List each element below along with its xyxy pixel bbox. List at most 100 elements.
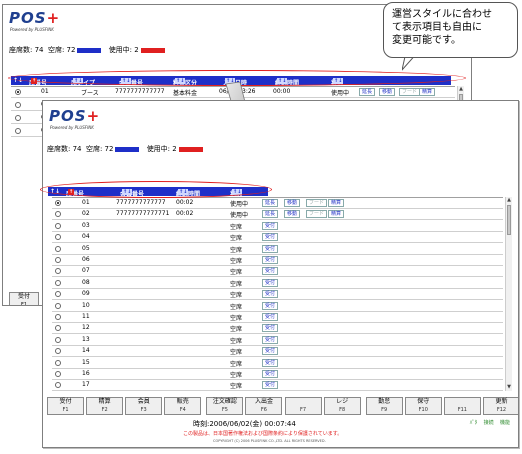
fkey-f11[interactable]: F11: [443, 397, 481, 415]
scroll-down-icon[interactable]: ▼: [506, 384, 512, 391]
row-action-button[interactable]: フード: [306, 199, 328, 207]
row-select-radio[interactable]: [55, 200, 61, 206]
row-select-radio[interactable]: [55, 371, 61, 377]
fkey-f2[interactable]: 精算 F2: [86, 397, 124, 415]
row-action-button[interactable]: フード: [306, 210, 328, 219]
row-action-button[interactable]: 延長: [262, 210, 279, 219]
row-select-radio[interactable]: [55, 234, 61, 241]
row-select-radio[interactable]: [55, 257, 61, 263]
row-action-button[interactable]: フード: [399, 88, 421, 96]
fkey-f5[interactable]: 注文確認 F5: [206, 397, 244, 415]
table-row[interactable]: 13 空席 受付: [52, 335, 503, 346]
row-select-radio[interactable]: [55, 268, 61, 275]
row-action-button[interactable]: 精算: [419, 88, 436, 96]
row-action-button[interactable]: 移動: [379, 88, 396, 96]
fkey-number: F12: [496, 407, 507, 413]
row-action-button[interactable]: 精算: [328, 199, 345, 207]
table-row[interactable]: 07 空席 受付: [52, 266, 503, 278]
table-row[interactable]: 17 空席 受付: [52, 380, 503, 392]
row-action-button[interactable]: 延長: [262, 199, 279, 207]
row-select-radio[interactable]: [55, 336, 61, 343]
table-row[interactable]: 09 空席 受付: [52, 289, 503, 301]
row-action-button[interactable]: 受付: [262, 358, 279, 367]
fkey-label: 保守: [417, 398, 430, 405]
front-seat-list: 01 7777777777777 00:02 使用中 延長 移動 フード 精算 02 777777…: [52, 197, 503, 392]
row-action-button[interactable]: 受付: [262, 324, 279, 333]
elapsed-time-cell: 00:02: [176, 210, 194, 218]
member-number-cell: 7777777777777: [116, 199, 166, 206]
row-action-button[interactable]: 受付: [262, 347, 279, 356]
row-select-radio[interactable]: [15, 102, 21, 108]
status-cell: 使用中: [230, 201, 249, 208]
table-row[interactable]: 04 空席 受付: [52, 232, 503, 244]
row-select-radio[interactable]: [55, 279, 61, 286]
scroll-up-icon[interactable]: ▲: [458, 86, 464, 93]
row-select-radio[interactable]: [55, 325, 61, 332]
row-select-radio[interactable]: [55, 222, 61, 229]
fkey-f7[interactable]: F7: [284, 397, 322, 415]
row-action-button[interactable]: 延長: [359, 88, 376, 96]
fkey-f9[interactable]: 勤怠 F9: [365, 397, 403, 415]
row-action-button[interactable]: 受付: [262, 335, 279, 344]
fkey-number: F1: [62, 407, 69, 413]
row-action-button[interactable]: 受付: [262, 256, 279, 264]
row-action-button[interactable]: 受付: [262, 221, 279, 230]
scroll-up-icon[interactable]: ▲: [506, 197, 512, 204]
row-select-radio[interactable]: [15, 89, 21, 95]
fkey-f4[interactable]: 販売 F4: [164, 397, 202, 415]
table-row[interactable]: 16 空席 受付: [52, 369, 503, 380]
fkey-label: レジ: [336, 398, 349, 405]
status-cell: 空席: [230, 292, 243, 300]
row-select-radio[interactable]: [55, 359, 61, 366]
fkey-f3[interactable]: 会員 F3: [125, 397, 163, 415]
table-row[interactable]: 12 空席 受付: [52, 323, 503, 335]
member-number-cell: 77777777777771: [116, 210, 170, 218]
table-row[interactable]: 10 空席 受付: [52, 301, 503, 312]
row-select-radio[interactable]: [55, 314, 61, 320]
fkey-f6[interactable]: 入出金 F6: [245, 397, 283, 415]
callout-bubble: 運営スタイルに合わせ て表示項目も自由に 変更可能です。: [383, 2, 518, 58]
table-row[interactable]: 08 空席 受付: [52, 278, 503, 289]
fkey-f10[interactable]: 保守 F10: [404, 397, 442, 415]
table-row[interactable]: 02 77777777777771 00:02 使用中 延長 移動 フード 精算: [52, 209, 503, 221]
powered-by-text: Powered by PLUSFINK: [50, 125, 94, 130]
fkey-f12[interactable]: 更新 F12: [482, 397, 518, 415]
row-action-button[interactable]: 受付: [262, 244, 279, 253]
fkey-f8[interactable]: レジ F8: [323, 397, 361, 415]
row-action-button[interactable]: 精算: [328, 210, 345, 219]
row-action-button[interactable]: 受付: [262, 381, 279, 390]
row-select-radio[interactable]: [55, 245, 61, 252]
table-row[interactable]: 05 空席 受付: [52, 244, 503, 255]
fkey-f1[interactable]: 受付 F1: [47, 397, 85, 415]
powered-by-text: Powered by PLUSFINK: [10, 27, 54, 32]
row-select-radio[interactable]: [55, 382, 61, 389]
table-row[interactable]: 11 空席 受付: [52, 312, 503, 323]
row-action-button[interactable]: 受付: [262, 370, 279, 378]
table-row[interactable]: 14 空席 受付: [52, 346, 503, 358]
row-select-radio[interactable]: [55, 211, 61, 218]
table-row[interactable]: 06 空席 受付: [52, 255, 503, 266]
row-action-button[interactable]: 受付: [262, 290, 279, 299]
table-row[interactable]: 15 空席 受付: [52, 358, 503, 369]
row-select-radio[interactable]: [55, 348, 61, 355]
row-action-button[interactable]: 受付: [262, 301, 279, 310]
row-action-button[interactable]: 移動: [284, 210, 301, 219]
vacant-count: 空席: 72: [85, 145, 114, 153]
scroll-thumb[interactable]: [507, 205, 511, 235]
fkey-number: F11: [457, 407, 467, 413]
row-action-button[interactable]: 受付: [262, 313, 279, 321]
row-select-radio[interactable]: [15, 115, 21, 121]
row-action-button[interactable]: 受付: [262, 233, 279, 242]
status-cell: 空席: [230, 258, 243, 265]
row-select-radio[interactable]: [55, 291, 61, 298]
table-row[interactable]: 01 7777777777777 00:02 使用中 延長 移動 フード 精算: [52, 198, 503, 209]
row-action-button[interactable]: 受付: [262, 267, 279, 276]
table-row[interactable]: 03 空席 受付: [52, 221, 503, 232]
row-select-radio[interactable]: [55, 302, 61, 309]
seat-type-cell: ブース: [81, 90, 99, 97]
front-scrollbar[interactable]: ▲ ▼: [505, 197, 512, 391]
row-select-radio[interactable]: [15, 128, 21, 134]
row-action-button[interactable]: 受付: [262, 278, 279, 287]
row-action-button[interactable]: 移動: [284, 199, 301, 207]
back-fkey-reception[interactable]: 受付 F1: [9, 292, 39, 305]
